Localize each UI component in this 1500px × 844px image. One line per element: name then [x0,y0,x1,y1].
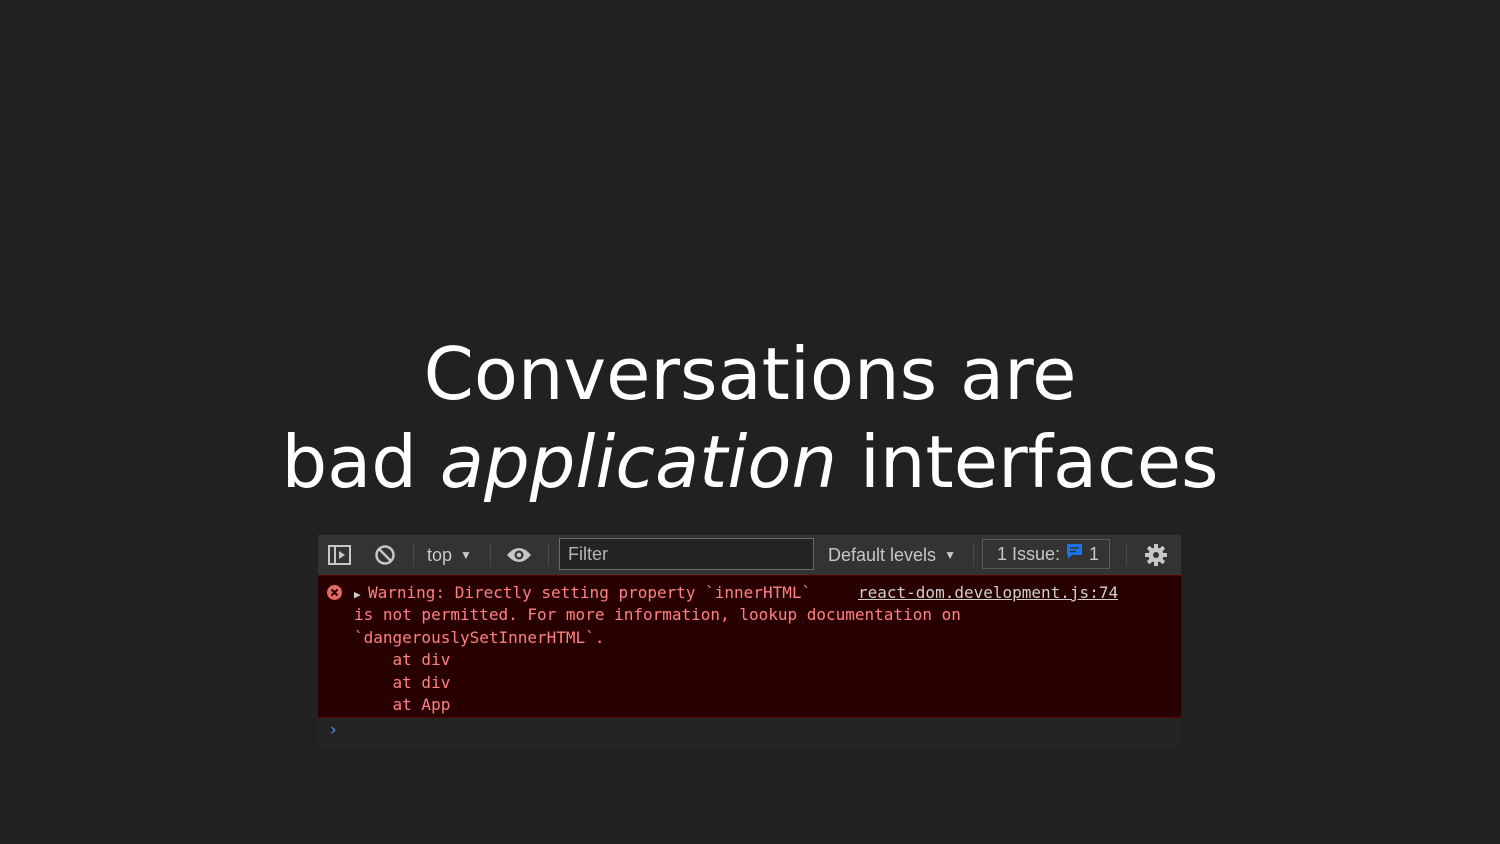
chevron-down-icon: ▼ [944,548,956,562]
toolbar-divider [1126,544,1127,566]
filter-input[interactable] [559,538,814,570]
clear-console-button[interactable] [374,535,396,575]
prompt-chevron-icon: › [328,720,339,740]
stack-frame: at div [354,650,451,669]
sidebar-toggle-button[interactable] [328,535,351,575]
sidebar-toggle-icon [328,545,351,565]
issues-count: 1 [1089,543,1100,564]
chevron-down-icon: ▼ [460,548,472,562]
title-line-2: bad application interfaces [0,418,1500,506]
title-text-interfaces: interfaces [837,420,1219,504]
log-levels-dropdown[interactable]: Default levels ▼ [828,535,956,575]
title-line-1: Conversations are [423,332,1077,416]
console-settings-button[interactable] [1144,535,1168,575]
issues-label: 1 Issue: [997,543,1061,564]
stack-frame: at div [354,673,451,692]
live-expression-button[interactable] [506,535,532,575]
context-selector[interactable]: top ▼ [427,535,472,575]
console-error-message[interactable]: ▶ Warning: Directly setting property `in… [318,575,1181,718]
eye-icon [506,546,532,564]
error-icon [327,585,342,600]
issue-message-icon [1066,543,1083,565]
slide-title: Conversations are bad application interf… [0,330,1500,506]
toolbar-divider [413,544,414,566]
title-emphasis: application [439,420,838,504]
error-message-line-2: is not permitted. For more information, … [354,605,961,624]
title-text-bad: bad [281,420,440,504]
toolbar-divider [548,544,549,566]
levels-label: Default levels [828,544,937,565]
toolbar-divider [490,544,491,566]
console-input-row[interactable]: › [318,718,1181,747]
error-message-line-3: `dangerouslySetInnerHTML`. [354,628,605,647]
expand-triangle-icon[interactable]: ▶ [354,584,361,606]
console-toolbar: top ▼ Default levels ▼ 1 Issue: [318,535,1181,575]
devtools-console-panel: top ▼ Default levels ▼ 1 Issue: [318,535,1181,747]
gear-icon [1144,543,1168,567]
source-link[interactable]: react-dom.development.js:74 [858,582,1118,604]
toolbar-divider [973,544,974,566]
clear-console-icon [374,544,396,566]
stack-frame: at App [354,695,451,714]
error-message-line-1: Warning: Directly setting property `inne… [368,583,812,602]
issues-button[interactable]: 1 Issue: 1 [982,539,1110,569]
context-label: top [427,544,453,565]
